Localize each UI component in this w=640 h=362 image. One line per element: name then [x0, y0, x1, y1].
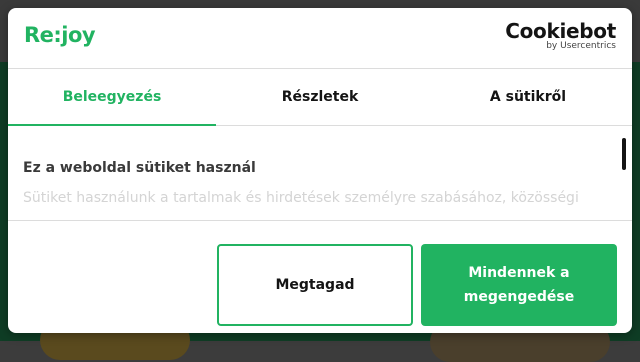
consent-body-text: Sütiket használunk a tartalmak és hirdet… — [23, 190, 579, 206]
brand-logo: Re:joy — [24, 23, 96, 47]
allow-all-button[interactable]: Mindennek a megengedése — [421, 244, 617, 326]
cookie-consent-dialog: Re:joy Cookiebot by Usercentrics Beleegy… — [8, 8, 632, 333]
deny-button[interactable]: Megtagad — [217, 244, 413, 326]
content-scrollbar[interactable] — [622, 138, 626, 170]
dialog-footer: Megtagad Mindennek a megengedése — [8, 220, 632, 333]
consent-tabs: Beleegyezés Részletek A sütikről — [8, 69, 632, 126]
consent-content: Ez a weboldal sütiket használ Sütiket ha… — [8, 126, 632, 220]
tab-consent[interactable]: Beleegyezés — [8, 69, 216, 126]
tab-about-cookies[interactable]: A sütikről — [424, 69, 632, 125]
dialog-header: Re:joy Cookiebot by Usercentrics — [8, 8, 632, 69]
consent-title: Ez a weboldal sütiket használ — [23, 160, 256, 176]
cookiebot-wordmark: Cookiebot — [505, 19, 616, 43]
cookiebot-logo[interactable]: Cookiebot by Usercentrics — [505, 20, 616, 52]
tab-details[interactable]: Részletek — [216, 69, 424, 125]
